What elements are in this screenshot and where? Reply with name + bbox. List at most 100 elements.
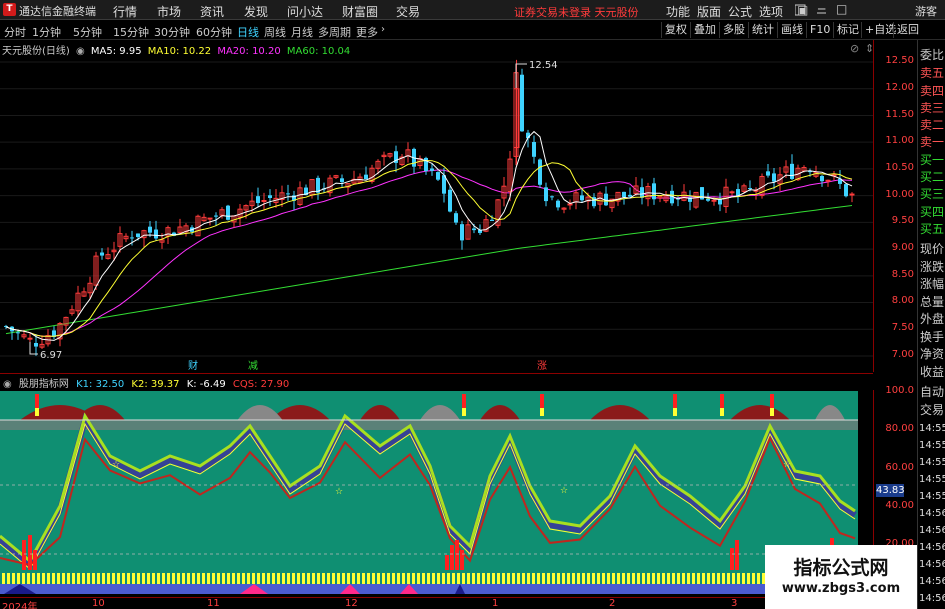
indicator-name[interactable]: 股朋指标网 <box>19 379 69 390</box>
menu-discover[interactable]: 发现 <box>244 3 268 20</box>
strip-tick <box>222 573 225 584</box>
side-label[interactable]: 买一 <box>920 154 944 166</box>
side-label[interactable]: 卖五 <box>920 67 944 79</box>
guest-label[interactable]: 游客 <box>915 3 937 19</box>
marker-rise[interactable]: 涨 <box>537 360 547 372</box>
period-1min[interactable]: 1分钟 <box>32 24 61 40</box>
strip-tick <box>117 573 120 584</box>
strip-tick <box>62 573 65 584</box>
menu-layout[interactable]: 版面 <box>697 3 721 20</box>
period-monthly[interactable]: 月线 <box>291 24 313 40</box>
tool-adjust[interactable]: 复权 <box>661 22 690 38</box>
strip-tick <box>712 573 715 584</box>
tool-stats[interactable]: 统计 <box>748 22 777 38</box>
signal-bar <box>455 540 459 570</box>
period-weekly[interactable]: 周线 <box>264 24 286 40</box>
tick-time: 14:55 <box>919 474 945 485</box>
indicator-chart[interactable]: ☆ ☆ ☆ ☆ <box>0 390 873 597</box>
candle-body <box>460 224 464 241</box>
side-label[interactable]: 买四 <box>920 206 944 218</box>
user-icon[interactable]: ▣ <box>797 3 808 17</box>
strip-tick <box>542 573 545 584</box>
side-label[interactable]: 自动 <box>920 386 944 398</box>
tool-overlay[interactable]: 叠加 <box>690 22 719 38</box>
login-status[interactable]: 证券交易未登录 天元股份 <box>514 4 639 20</box>
period-multi[interactable]: 多周期 <box>318 24 351 40</box>
close-pane-icon[interactable]: ⊘ <box>850 42 859 55</box>
candle-body <box>706 198 710 201</box>
indicator-tick: 80.00 <box>885 423 914 434</box>
tick-time: 14:55 <box>919 440 945 451</box>
side-label[interactable]: 收益 <box>920 366 944 378</box>
marker-reduce[interactable]: 减 <box>248 360 258 372</box>
menu-options[interactable]: 选项 <box>759 3 783 20</box>
period-more[interactable]: 更多 <box>356 24 378 40</box>
strip-tick <box>517 573 520 584</box>
strip-tick <box>572 573 575 584</box>
side-label[interactable]: 卖一 <box>920 136 944 148</box>
menu-ask-xiaoda[interactable]: 问小达 <box>287 3 323 20</box>
strip-tick <box>567 573 570 584</box>
side-label[interactable]: 总量 <box>920 296 944 308</box>
menu-market[interactable]: 市场 <box>157 3 181 20</box>
strip-tick <box>522 573 525 584</box>
menu-trade[interactable]: 交易 <box>396 3 420 20</box>
side-label[interactable]: 涨跌 <box>920 261 944 273</box>
price-chart[interactable]: 12.54 6.97 财 减 涨 <box>0 40 873 372</box>
period-60min[interactable]: 60分钟 <box>196 24 232 40</box>
candle-body <box>550 196 554 198</box>
chevron-right-icon[interactable]: › <box>381 24 385 35</box>
period-intraday[interactable]: 分时 <box>4 24 26 40</box>
tool-draw[interactable]: 画线 <box>777 22 806 38</box>
side-label[interactable]: 现价 <box>920 243 944 255</box>
side-label[interactable]: 净资 <box>920 348 944 360</box>
side-label[interactable]: 委比 <box>920 49 944 61</box>
side-label[interactable]: 交易 <box>920 404 944 416</box>
menu-quotes[interactable]: 行情 <box>113 3 137 20</box>
candle-body <box>214 215 218 217</box>
tool-f10[interactable]: F10 <box>806 22 833 38</box>
side-label[interactable]: 外盘 <box>920 313 944 325</box>
side-label[interactable]: 买二 <box>920 171 944 183</box>
menu-function[interactable]: 功能 <box>666 3 690 20</box>
tool-multi-stock[interactable]: 多股 <box>719 22 748 38</box>
candle-body <box>556 200 560 208</box>
menu-news[interactable]: 资讯 <box>200 3 224 20</box>
strip-tick <box>587 573 590 584</box>
period-30min[interactable]: 30分钟 <box>154 24 190 40</box>
indicator-legend: ◉ 股朋指标网 K1: 32.50 K2: 39.37 K: -6.49 CQS… <box>3 375 293 390</box>
period-5min[interactable]: 5分钟 <box>73 24 102 40</box>
tool-back[interactable]: 返回 <box>893 22 922 38</box>
side-label[interactable]: 卖四 <box>920 85 944 97</box>
settings-circle-icon[interactable]: ◉ <box>3 379 12 390</box>
side-label[interactable]: 涨幅 <box>920 278 944 290</box>
star-marker: ☆ <box>335 487 343 497</box>
maximize-icon[interactable]: □ <box>836 2 847 16</box>
price-tick: 7.50 <box>891 322 914 333</box>
minimize-icon[interactable]: ─ <box>818 2 825 16</box>
strip-tick <box>562 573 565 584</box>
side-label[interactable]: 买五 <box>920 223 944 235</box>
indicator-tick: 100.0 <box>885 385 914 396</box>
strip-tick <box>442 573 445 584</box>
strip-tick <box>627 573 630 584</box>
candle-body <box>207 217 213 220</box>
price-tick: 10.00 <box>885 189 914 200</box>
candle-body <box>844 184 848 197</box>
marker-finance[interactable]: 财 <box>188 359 198 372</box>
side-label[interactable]: 买三 <box>920 188 944 200</box>
period-daily[interactable]: 日线 <box>237 24 259 40</box>
side-label[interactable]: 卖三 <box>920 102 944 114</box>
settings-circle-icon[interactable]: ◉ <box>76 46 85 57</box>
menu-wealth-circle[interactable]: 财富圈 <box>342 3 378 20</box>
strip-tick <box>157 573 160 584</box>
side-label[interactable]: 卖二 <box>920 119 944 131</box>
strip-tick <box>92 573 95 584</box>
candle-body <box>718 199 722 205</box>
candle-body <box>532 142 536 157</box>
period-15min[interactable]: 15分钟 <box>113 24 149 40</box>
candle-body <box>436 172 440 180</box>
menu-formula[interactable]: 公式 <box>728 3 752 20</box>
tool-mark[interactable]: 标记 <box>833 22 862 38</box>
side-label[interactable]: 换手 <box>920 331 944 343</box>
